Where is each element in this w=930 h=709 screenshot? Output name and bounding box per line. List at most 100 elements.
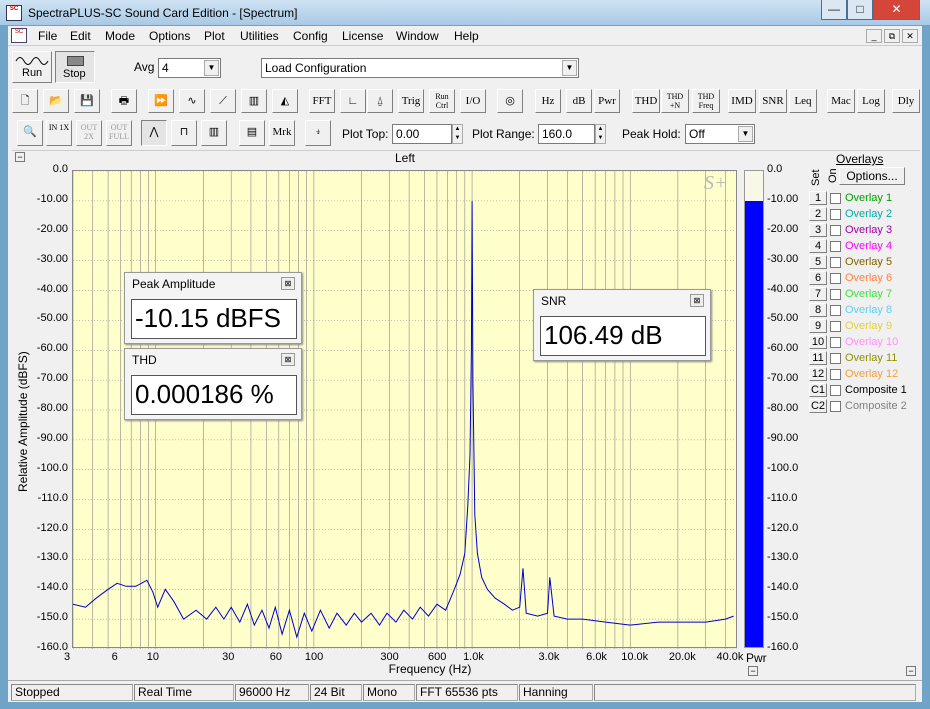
- open-folder-icon[interactable]: 📂: [43, 89, 69, 113]
- mac-button[interactable]: Mac: [827, 89, 855, 113]
- pwr-button[interactable]: Pwr: [594, 89, 620, 113]
- save-icon[interactable]: 💾: [74, 89, 100, 113]
- overlay-checkbox[interactable]: [830, 353, 841, 364]
- overlay-set-button[interactable]: 6: [809, 271, 827, 285]
- snr-readout[interactable]: SNR ⊠ 106.49 dB: [533, 289, 711, 361]
- close-icon[interactable]: ⊠: [690, 294, 704, 307]
- menu-config[interactable]: Config: [293, 29, 328, 43]
- overlay-set-button[interactable]: 7: [809, 287, 827, 301]
- menu-help[interactable]: Help: [454, 29, 479, 43]
- stop-button[interactable]: Stop: [55, 51, 95, 83]
- overlay-set-button[interactable]: 3: [809, 223, 827, 237]
- new-icon[interactable]: 🗋: [12, 89, 38, 113]
- plot-top-spinner[interactable]: ▲ ▼: [452, 124, 463, 144]
- overlay-set-button[interactable]: 1: [809, 191, 827, 205]
- snr-button[interactable]: SNR: [759, 89, 787, 113]
- thd-readout[interactable]: THD ⊠ 0.000186 %: [124, 348, 302, 420]
- close-button[interactable]: ✕: [873, 0, 920, 20]
- avg-select[interactable]: 4 ▼: [158, 58, 221, 78]
- overlay-options-button[interactable]: Options...: [839, 167, 905, 185]
- overlay-set-button[interactable]: 10: [809, 335, 827, 349]
- overlay-checkbox[interactable]: [830, 337, 841, 348]
- overlay-checkbox[interactable]: [830, 305, 841, 316]
- generator-icon[interactable]: ⍙: [367, 89, 393, 113]
- mdi-minimize-button[interactable]: _: [866, 29, 882, 43]
- hz-button[interactable]: Hz: [535, 89, 561, 113]
- vertical-scale-icon[interactable]: ⍖: [305, 120, 331, 146]
- overlay-set-button[interactable]: 9: [809, 319, 827, 333]
- doc-icon[interactable]: SC: [11, 28, 27, 43]
- overlay-set-button[interactable]: C2: [809, 399, 827, 413]
- octave-bar-icon[interactable]: ▥: [201, 120, 227, 146]
- log-button[interactable]: Log: [857, 89, 885, 113]
- 3d-surface-icon[interactable]: ◭: [272, 89, 298, 113]
- zoom-in-1x-button[interactable]: IN 1X: [46, 120, 72, 146]
- axis-icon[interactable]: ∟: [340, 89, 366, 113]
- imd-button[interactable]: IMD: [728, 89, 756, 113]
- peak-amplitude-readout[interactable]: Peak Amplitude ⊠ -10.15 dBFS: [124, 272, 302, 344]
- calibrate-icon[interactable]: ◎: [497, 89, 523, 113]
- overlay-set-button[interactable]: 4: [809, 239, 827, 253]
- plot-range-input[interactable]: 160.0: [538, 124, 595, 144]
- peak-hold-select[interactable]: Off ▼: [685, 124, 755, 144]
- run-button[interactable]: Run: [12, 51, 52, 83]
- io-button[interactable]: I/O: [460, 89, 486, 113]
- line-plot-icon[interactable]: ⋀: [141, 120, 167, 146]
- overlay-checkbox[interactable]: [830, 369, 841, 380]
- overlay-checkbox[interactable]: [830, 401, 841, 412]
- overlay-checkbox[interactable]: [830, 321, 841, 332]
- mdi-restore-button[interactable]: ⧉: [884, 29, 900, 43]
- overlay-set-button[interactable]: 11: [809, 351, 827, 365]
- table-icon[interactable]: ▤: [239, 120, 265, 146]
- overlay-set-button[interactable]: C1: [809, 383, 827, 397]
- zoom-out-2x-button[interactable]: OUT 2X: [76, 120, 102, 146]
- overlay-checkbox[interactable]: [830, 385, 841, 396]
- bar-plot-icon[interactable]: ⊓: [171, 120, 197, 146]
- mdi-close-button[interactable]: ✕: [902, 29, 918, 43]
- waveform-icon[interactable]: ∿: [179, 89, 205, 113]
- trig-button[interactable]: Trig: [398, 89, 424, 113]
- run-ctrl-button[interactable]: Run Ctrl: [429, 89, 455, 113]
- dly-button[interactable]: Dly: [892, 89, 920, 113]
- thd-freq-button[interactable]: THD Freq: [692, 89, 720, 113]
- thd-n-button[interactable]: THD +N: [661, 89, 689, 113]
- fft-button[interactable]: FFT: [309, 89, 335, 113]
- overlay-set-button[interactable]: 5: [809, 255, 827, 269]
- thd-button[interactable]: THD: [632, 89, 660, 113]
- maximize-button[interactable]: □: [847, 0, 873, 20]
- ramp-icon[interactable]: ⟋: [210, 89, 236, 113]
- overlay-set-button[interactable]: 8: [809, 303, 827, 317]
- menu-file[interactable]: File: [38, 29, 57, 43]
- overlay-set-button[interactable]: 2: [809, 207, 827, 221]
- menu-options[interactable]: Options: [149, 29, 190, 43]
- zoom-out-full-button[interactable]: OUT FULL: [106, 120, 132, 146]
- overlay-set-button[interactable]: 12: [809, 367, 827, 381]
- menu-window[interactable]: Window: [396, 29, 439, 43]
- db-button[interactable]: dB: [566, 89, 592, 113]
- menu-license[interactable]: License: [342, 29, 383, 43]
- overlay-checkbox[interactable]: [830, 289, 841, 300]
- close-icon[interactable]: ⊠: [281, 353, 295, 366]
- leq-button[interactable]: Leq: [789, 89, 817, 113]
- close-icon[interactable]: ⊠: [281, 277, 295, 290]
- collapse-overlays-button[interactable]: −: [906, 666, 916, 676]
- overlay-checkbox[interactable]: [830, 209, 841, 220]
- marker-button[interactable]: Mrk: [269, 120, 295, 146]
- collapse-plot-button[interactable]: −: [15, 152, 25, 162]
- plot-range-spinner[interactable]: ▲ ▼: [595, 124, 606, 144]
- spectrogram-icon[interactable]: ▥: [241, 89, 267, 113]
- overlay-checkbox[interactable]: [830, 273, 841, 284]
- overlay-checkbox[interactable]: [830, 193, 841, 204]
- collapse-meter-button[interactable]: −: [748, 666, 758, 676]
- menu-mode[interactable]: Mode: [105, 29, 135, 43]
- config-select[interactable]: Load Configuration ▼: [261, 58, 579, 78]
- fast-forward-icon[interactable]: ⏩: [148, 89, 174, 113]
- print-icon[interactable]: 🖶: [111, 89, 137, 113]
- menu-edit[interactable]: Edit: [70, 29, 91, 43]
- zoom-icon[interactable]: 🔍: [17, 120, 43, 146]
- plot-top-input[interactable]: 0.00: [392, 124, 452, 144]
- overlay-checkbox[interactable]: [830, 241, 841, 252]
- menu-plot[interactable]: Plot: [204, 29, 225, 43]
- menu-utilities[interactable]: Utilities: [240, 29, 279, 43]
- minimize-button[interactable]: —: [821, 0, 847, 20]
